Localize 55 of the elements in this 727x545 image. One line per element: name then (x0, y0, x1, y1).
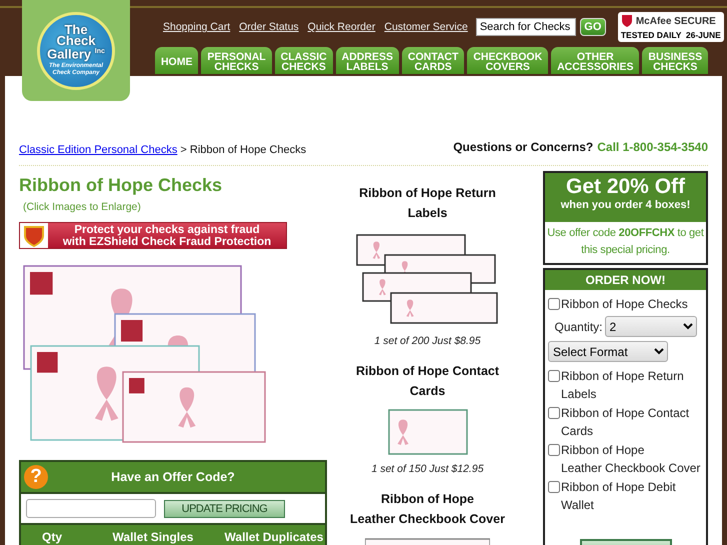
shield-icon (24, 224, 44, 246)
nav-tab[interactable]: CHECKBOOK COVERS (467, 47, 548, 74)
checkbox[interactable] (548, 481, 560, 493)
checkbox-label: Ribbon of Hope Debit Wallet (561, 479, 677, 514)
nav-tab[interactable]: BUSINESS CHECKS (642, 47, 708, 74)
search-field[interactable]: Search for Checks (476, 18, 576, 36)
header-link[interactable]: Customer Service (384, 21, 468, 33)
badge-brand: McAfee SECURE (636, 16, 716, 26)
checkbox[interactable] (548, 298, 560, 310)
fraud-protection-banner[interactable]: Protect your checks against fraud with EZShield Check Fraud Protection (19, 222, 287, 249)
contact-question: Questions or Concerns? (453, 140, 594, 154)
promo-headline: Get 20% Off (564, 175, 686, 199)
help-icon: ? (24, 465, 48, 489)
column-header: Wallet Duplicates (224, 530, 324, 544)
quantity-select[interactable]: 2 (604, 316, 697, 337)
nav-tab[interactable]: ADDRESS LABELS (336, 47, 399, 74)
nav-tab[interactable]: OTHER ACCESSORIES (551, 47, 640, 74)
column-header: Qty (40, 530, 63, 544)
checkbox-label: Ribbon of Hope Contact Cards (561, 405, 690, 440)
logo-text: The Check Gallery $^{Inc}$ (46, 24, 106, 60)
banner-text: Protect your checks against fraud with EZShield Check Fraud Protection (62, 223, 272, 248)
header-link[interactable]: Order Status (239, 21, 299, 33)
breadcrumb-link[interactable]: Classic Edition Personal Checks (19, 144, 178, 156)
order-header: ORDER NOW! (545, 270, 706, 290)
checkbox-label: Ribbon of Hope Leather Checkbook Cover (561, 442, 700, 477)
product-title: Ribbon of Hope Checks (19, 175, 224, 196)
checkbox[interactable] (548, 444, 560, 456)
promo-subline: when you order 4 boxes! (560, 199, 692, 211)
accessory-price: 1 set of 200 Just $8.95 (374, 335, 481, 347)
accessory-title: Ribbon of Hope Leather Checkbook Cover (350, 491, 505, 528)
checkbox-label: Ribbon of Hope Checks (561, 296, 688, 313)
quantity-label: Quantity: (554, 318, 603, 336)
accessory-title: Ribbon of Hope Contact Cards (356, 363, 500, 400)
accessory-title: Ribbon of Hope Return Labels (359, 185, 496, 222)
promo-note: Use offer code 20OFFCHX to get this special pricing. (546, 226, 705, 258)
checkbox[interactable] (548, 407, 560, 419)
checkbox[interactable] (548, 370, 560, 382)
shield-icon (620, 14, 633, 28)
nav-tab[interactable]: CONTACT CARDS (402, 47, 464, 74)
header-link[interactable]: Shopping Cart (163, 21, 230, 33)
checkbox-label: Ribbon of Hope Return Labels (561, 368, 685, 403)
nav-tab[interactable]: CLASSIC CHECKS (274, 47, 333, 74)
enlarge-hint: (Click Images to Enlarge) (23, 201, 142, 213)
header-link[interactable]: Quick Reorder (308, 21, 376, 33)
update-pricing-button[interactable]: UPDATE PRICING (164, 500, 285, 518)
badge-text: TESTED DAILY (620, 30, 682, 40)
phone-number: Call 1-800-354-3540 (597, 140, 708, 154)
badge-date: 26-JUNE (686, 30, 721, 40)
format-select[interactable]: Select Format (548, 341, 668, 362)
offer-code-title: Have an Offer Code? (110, 470, 236, 484)
nav-tab[interactable]: PERSONAL CHECKS (201, 47, 272, 74)
column-header: Wallet Singles (112, 530, 194, 544)
breadcrumb: Classic Edition Personal Checks > Ribbon of Hope Checks (19, 144, 306, 156)
accessory-price: 1 set of 150 Just $12.95 (371, 463, 484, 475)
offer-code-field[interactable] (26, 499, 156, 518)
